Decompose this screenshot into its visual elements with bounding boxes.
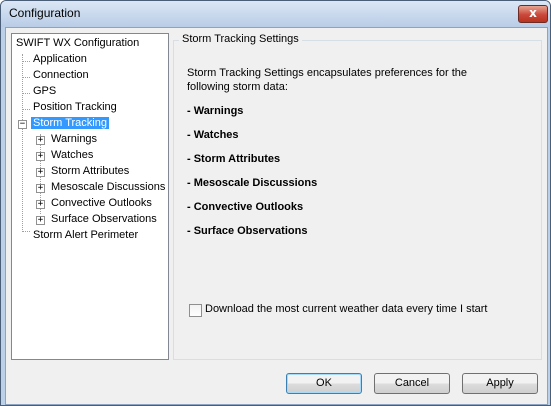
panel-caption: Storm Tracking Settings [179, 33, 302, 45]
tree-line [22, 61, 30, 62]
tree-item-position-tracking[interactable]: Position Tracking [33, 100, 117, 115]
tree-line [22, 77, 30, 78]
bullet-storm-attributes: - Storm Attributes [187, 153, 281, 165]
dialog-client-area: SWIFT WX Configuration Application Conne… [5, 27, 548, 405]
tree-line [22, 231, 30, 232]
expander-expand-icon[interactable]: + [36, 200, 45, 209]
bullet-warnings: - Warnings [187, 105, 244, 117]
download-data-checkbox[interactable] [189, 304, 202, 317]
tree-item-gps[interactable]: GPS [33, 84, 56, 99]
download-data-checkbox-label[interactable]: Download the most current weather data e… [205, 303, 487, 315]
tree-line [22, 109, 30, 110]
cancel-button[interactable]: Cancel [374, 373, 450, 394]
expander-expand-icon[interactable]: + [36, 168, 45, 177]
configuration-window: Configuration x SWIFT WX Configuration A… [0, 0, 551, 406]
bullet-watches: - Watches [187, 129, 239, 141]
window-title: Configuration [9, 6, 81, 20]
bullet-convective-outlooks: - Convective Outlooks [187, 201, 304, 213]
settings-panel: Storm Tracking Settings Storm Tracking S… [173, 33, 542, 360]
tree-item-warnings[interactable]: Warnings [51, 132, 97, 147]
tree-item-connection[interactable]: Connection [33, 68, 89, 83]
expander-expand-icon[interactable]: + [36, 152, 45, 161]
tree-root[interactable]: SWIFT WX Configuration [16, 36, 139, 51]
expander-expand-icon[interactable]: + [36, 184, 45, 193]
expander-expand-icon[interactable]: + [36, 216, 45, 225]
panel-intro-text: Storm Tracking Settings encapsulates pre… [187, 67, 468, 93]
configuration-tree[interactable]: SWIFT WX Configuration Application Conne… [11, 33, 169, 360]
tree-item-storm-attributes[interactable]: Storm Attributes [51, 164, 129, 179]
title-bar[interactable]: Configuration x [1, 1, 550, 27]
tree-item-application[interactable]: Application [33, 52, 87, 67]
tree-item-convective-outlooks[interactable]: Convective Outlooks [51, 196, 152, 211]
expander-collapse-icon[interactable]: − [18, 120, 27, 129]
tree-item-mesoscale-discussions[interactable]: Mesoscale Discussions [51, 180, 165, 195]
close-button[interactable]: x [518, 5, 548, 23]
tree-line [22, 93, 30, 94]
bullet-mesoscale-discussions: - Mesoscale Discussions [187, 177, 318, 189]
bullet-surface-observations: - Surface Observations [187, 225, 308, 237]
tree-item-watches[interactable]: Watches [51, 148, 93, 163]
tree-line [22, 54, 23, 230]
tree-item-storm-alert-perimeter[interactable]: Storm Alert Perimeter [33, 228, 138, 243]
apply-button[interactable]: Apply [462, 373, 538, 394]
tree-item-storm-tracking[interactable]: Storm Tracking [31, 116, 109, 131]
expander-expand-icon[interactable]: + [36, 136, 45, 145]
ok-button[interactable]: OK [286, 373, 362, 394]
close-icon: x [529, 6, 537, 20]
tree-item-surface-observations[interactable]: Surface Observations [51, 212, 157, 227]
